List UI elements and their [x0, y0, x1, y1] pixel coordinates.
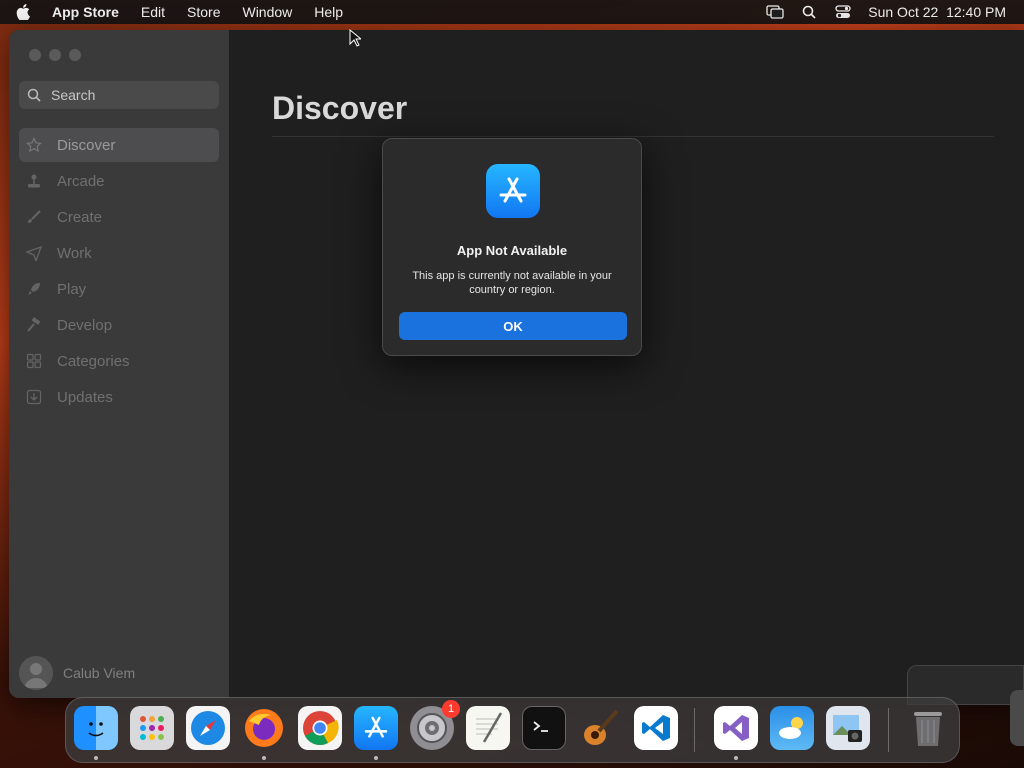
dock-running-indicator [734, 756, 738, 760]
title-divider [272, 136, 994, 137]
sidebar-item-create[interactable]: Create [19, 200, 219, 234]
avatar [19, 656, 53, 690]
screen-mirroring-icon[interactable] [766, 4, 784, 20]
dock-finder-icon[interactable] [74, 706, 118, 750]
sidebar-item-label: Categories [57, 352, 130, 370]
star-icon [25, 136, 43, 154]
menu-clock[interactable]: Sun Oct 22 12:40 PM [868, 4, 1006, 20]
dock-app-store-icon[interactable] [354, 706, 398, 750]
dock-terminal-icon[interactable] [522, 706, 566, 750]
sidebar-item-arcade[interactable]: Arcade [19, 164, 219, 198]
app-store-icon [486, 164, 540, 218]
menu-app-name[interactable]: App Store [52, 4, 119, 20]
apple-menu-icon[interactable] [16, 4, 38, 20]
joystick-icon [25, 172, 43, 190]
user-name: Calub Viem [63, 665, 136, 681]
dock-weather-icon[interactable] [770, 706, 814, 750]
dock: 1 [65, 697, 960, 763]
app-store-window: Search Discover Arcade Create Work Play [9, 30, 1024, 698]
dock-running-indicator [374, 756, 378, 760]
dock-garageband-icon[interactable] [578, 706, 622, 750]
rocket-icon [25, 280, 43, 298]
ok-button[interactable]: OK [399, 312, 627, 340]
window-controls [29, 49, 81, 61]
dock-textedit-icon[interactable] [466, 706, 510, 750]
sidebar-nav: Discover Arcade Create Work Play Develop [19, 128, 219, 416]
dialog-message: This app is currently not available in y… [412, 270, 612, 296]
close-button[interactable] [29, 49, 41, 61]
sidebar-item-discover[interactable]: Discover [19, 128, 219, 162]
control-center-icon[interactable] [834, 4, 852, 20]
search-placeholder: Search [51, 87, 96, 103]
dock-launchpad-icon[interactable] [130, 706, 174, 750]
dock-chrome-icon[interactable] [298, 706, 342, 750]
page-title: Discover [272, 90, 408, 126]
dialog-title: App Not Available [456, 243, 568, 258]
user-account[interactable]: Calub Viem [19, 656, 135, 690]
dock-separator [888, 708, 889, 752]
zoom-button[interactable] [69, 49, 81, 61]
sidebar-item-label: Develop [57, 316, 113, 334]
sidebar-item-label: Arcade [57, 172, 105, 190]
notification-badge: 1 [442, 700, 460, 718]
dock-safari-icon[interactable] [186, 706, 230, 750]
sidebar-item-label: Create [57, 208, 103, 226]
dock-running-indicator [262, 756, 266, 760]
search-field[interactable]: Search [19, 81, 219, 109]
search-icon [27, 88, 41, 102]
mouse-cursor-icon [349, 28, 363, 52]
dock-running-indicator [94, 756, 98, 760]
minimize-button[interactable] [49, 49, 61, 61]
hammer-icon [25, 316, 43, 334]
spotlight-search-icon[interactable] [800, 4, 818, 20]
menu-bar: App Store Edit Store Window Help Sun Oct… [0, 0, 1024, 24]
menu-window[interactable]: Window [242, 4, 292, 20]
background-window-edge [1010, 690, 1024, 746]
grid-icon [25, 352, 43, 370]
dock-trash-icon[interactable] [906, 706, 950, 750]
sidebar-item-play[interactable]: Play [19, 272, 219, 306]
sidebar-item-updates[interactable]: Updates [19, 380, 219, 414]
dock-separator [694, 708, 695, 752]
menu-edit[interactable]: Edit [141, 4, 165, 20]
dock-visual-studio-icon[interactable] [714, 706, 758, 750]
sidebar-item-label: Discover [57, 136, 116, 154]
menu-store[interactable]: Store [187, 4, 220, 20]
menu-help[interactable]: Help [314, 4, 343, 20]
download-icon [25, 388, 43, 406]
app-not-available-dialog: App Not Available This app is currently … [382, 138, 642, 356]
dock-vscode-icon[interactable] [634, 706, 678, 750]
sidebar: Search Discover Arcade Create Work Play [9, 30, 230, 698]
dock-firefox-icon[interactable] [242, 706, 286, 750]
sidebar-item-label: Play [57, 280, 87, 298]
paper-plane-icon [25, 244, 43, 262]
sidebar-item-label: Work [57, 244, 92, 262]
dock-system-settings-icon[interactable]: 1 [410, 700, 460, 750]
sidebar-item-categories[interactable]: Categories [19, 344, 219, 378]
sidebar-item-develop[interactable]: Develop [19, 308, 219, 342]
main-content: Discover [230, 30, 1024, 698]
dock-preview-icon[interactable] [826, 706, 870, 750]
sidebar-item-label: Updates [57, 388, 113, 406]
sidebar-item-work[interactable]: Work [19, 236, 219, 270]
brush-icon [25, 208, 43, 226]
